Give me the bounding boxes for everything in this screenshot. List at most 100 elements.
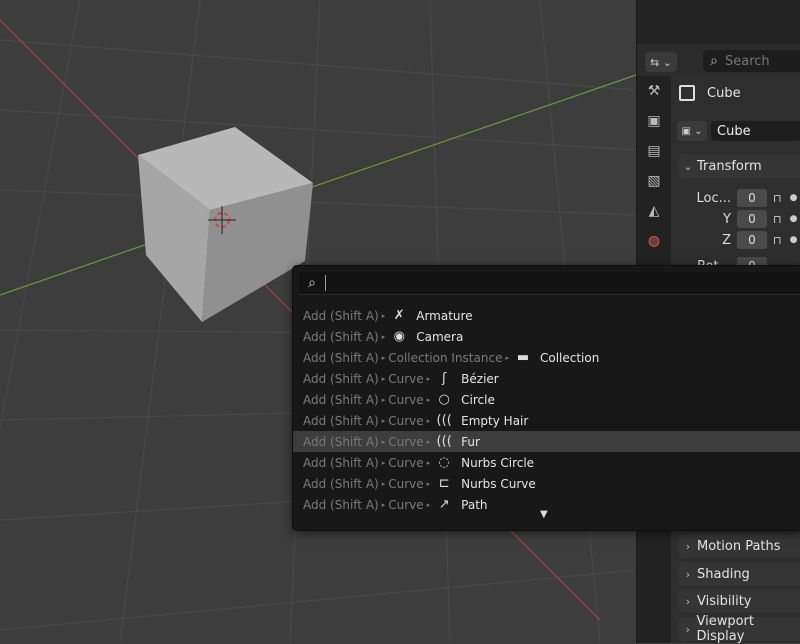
breadcrumb: Curve	[388, 414, 423, 428]
chevron-right-icon: ▸	[382, 312, 386, 320]
text-cursor	[325, 275, 326, 291]
location-y-field[interactable]: 0	[737, 210, 767, 228]
nurbs-curve-icon: ⊏	[433, 476, 455, 491]
chevron-right-icon: ▸	[382, 417, 386, 425]
world-icon[interactable]: ◍	[637, 226, 671, 256]
menu-item[interactable]: Add (Shift A)▸◉Camera	[293, 326, 800, 347]
menu-item[interactable]: Add (Shift A)▸Curve▸(((Fur	[293, 431, 800, 452]
lock-icon[interactable]: ⊓	[773, 192, 782, 205]
menu-item-label: Nurbs Circle	[461, 456, 534, 470]
breadcrumb: Curve	[388, 477, 423, 491]
y-axis-line	[0, 75, 636, 295]
chevron-right-icon: ▸	[427, 375, 431, 383]
menu-item-label: Fur	[461, 435, 480, 449]
search-placeholder: Search	[725, 54, 770, 69]
panel-viewport-display[interactable]: › Viewport Display	[679, 617, 800, 641]
panel-shading-label: Shading	[697, 567, 750, 582]
top-strip	[637, 0, 800, 45]
fur-icon: (((	[433, 434, 455, 449]
camera-icon: ◉	[388, 329, 410, 344]
chevron-right-icon: ▸	[382, 438, 386, 446]
chevron-down-icon: ⌄	[679, 160, 697, 173]
object-name-row: Cube	[679, 82, 741, 104]
output-icon[interactable]: ▤	[637, 136, 671, 166]
chevron-right-icon: ▸	[505, 354, 509, 362]
location-z-row: Z 0 ⊓ ●	[679, 230, 800, 250]
keyframe-dot-icon[interactable]: ●	[790, 235, 798, 245]
chevron-right-icon: ▸	[427, 459, 431, 467]
chevron-right-icon: ▸	[382, 480, 386, 488]
breadcrumb: Add (Shift A)	[303, 456, 379, 470]
circle-curve-icon: ○	[433, 392, 455, 407]
breadcrumb: Curve	[388, 456, 423, 470]
scroll-down-icon[interactable]: ▼	[540, 509, 548, 520]
panel-viewport-display-label: Viewport Display	[697, 614, 800, 644]
chevron-right-icon: ▸	[382, 354, 386, 362]
properties-search[interactable]: ⌕ Search	[703, 50, 800, 72]
object-name: Cube	[707, 86, 741, 101]
menu-item[interactable]: Add (Shift A)▸Curve▸○Circle	[293, 389, 800, 410]
breadcrumb: Curve	[388, 393, 423, 407]
empty-hair-icon: (((	[433, 413, 455, 428]
menu-item-label: Nurbs Curve	[461, 477, 536, 491]
menu-item[interactable]: Add (Shift A)▸Curve▸(((Empty Hair	[293, 410, 800, 431]
scene-icon[interactable]: ◭	[637, 196, 671, 226]
search-icon: ⌕	[299, 275, 325, 291]
chevron-right-icon: ›	[679, 568, 697, 581]
menu-item-label: Path	[461, 498, 487, 512]
path-icon: ↗	[433, 497, 455, 512]
chevron-right-icon: ▸	[382, 333, 386, 341]
chevron-right-icon: ▸	[427, 417, 431, 425]
render-icon[interactable]: ▣	[637, 106, 671, 136]
menu-item-label: Armature	[416, 309, 472, 323]
breadcrumb: Add (Shift A)	[303, 435, 379, 449]
panel-motion-paths[interactable]: › Motion Paths	[679, 534, 800, 558]
cube-mesh	[138, 127, 313, 322]
nurbs-circle-icon: ◌	[433, 455, 455, 470]
menu-item[interactable]: Add (Shift A)▸Curve▸⊏Nurbs Curve	[293, 473, 800, 494]
breadcrumb: Add (Shift A)	[303, 393, 379, 407]
object-icon	[679, 85, 695, 101]
menu-item-label: Empty Hair	[461, 414, 528, 428]
breadcrumb: Add (Shift A)	[303, 372, 379, 386]
location-label: Loc...	[679, 191, 737, 206]
editor-type-button[interactable]: ⇆ ⌄	[645, 52, 677, 72]
object-datablock-field[interactable]: ▣ ⌄ Cube	[677, 120, 800, 142]
breadcrumb: Add (Shift A)	[303, 477, 379, 491]
panel-shading[interactable]: › Shading	[679, 562, 800, 586]
search-icon: ⌕	[703, 53, 725, 69]
chevron-right-icon: ▸	[427, 501, 431, 509]
object-name-field[interactable]: Cube	[711, 121, 800, 141]
object-browse-button[interactable]: ▣ ⌄	[677, 121, 707, 141]
keyframe-dot-icon[interactable]: ●	[790, 193, 798, 203]
menu-search-input[interactable]: ⌕	[299, 272, 800, 295]
location-y-label: Y	[679, 212, 737, 227]
add-menu-search-popup: ⌕ Add (Shift A)▸✗ArmatureAdd (Shift A)▸◉…	[292, 265, 800, 531]
breadcrumb: Add (Shift A)	[303, 309, 379, 323]
view-layer-icon[interactable]: ▧	[637, 166, 671, 196]
breadcrumb: Curve	[388, 372, 423, 386]
chevron-right-icon: ▸	[382, 375, 386, 383]
breadcrumb: Collection Instance	[388, 351, 502, 365]
chevron-right-icon: ▸	[427, 396, 431, 404]
panel-visibility-label: Visibility	[697, 594, 751, 609]
menu-item[interactable]: Add (Shift A)▸✗Armature	[293, 305, 800, 326]
panel-visibility[interactable]: › Visibility	[679, 589, 800, 613]
lock-icon[interactable]: ⊓	[773, 213, 782, 226]
menu-item[interactable]: Add (Shift A)▸Curve▸ʃBézier	[293, 368, 800, 389]
keyframe-dot-icon[interactable]: ●	[790, 214, 798, 224]
location-x-field[interactable]: 0	[737, 189, 767, 207]
menu-item-label: Circle	[461, 393, 495, 407]
panel-transform[interactable]: ⌄ Transform	[679, 154, 800, 178]
collection-icon: ▬	[512, 350, 534, 365]
lock-icon[interactable]: ⊓	[773, 234, 782, 247]
tool-icon[interactable]: ⚒	[637, 76, 671, 106]
bezier-icon: ʃ	[433, 371, 455, 386]
chevron-right-icon: ▸	[382, 459, 386, 467]
chevron-right-icon: ›	[679, 623, 697, 636]
location-y-row: Y 0 ⊓ ●	[679, 209, 800, 229]
location-z-field[interactable]: 0	[737, 231, 767, 249]
breadcrumb: Add (Shift A)	[303, 414, 379, 428]
menu-item[interactable]: Add (Shift A)▸Curve▸◌Nurbs Circle	[293, 452, 800, 473]
menu-item[interactable]: Add (Shift A)▸Collection Instance▸▬Colle…	[293, 347, 800, 368]
